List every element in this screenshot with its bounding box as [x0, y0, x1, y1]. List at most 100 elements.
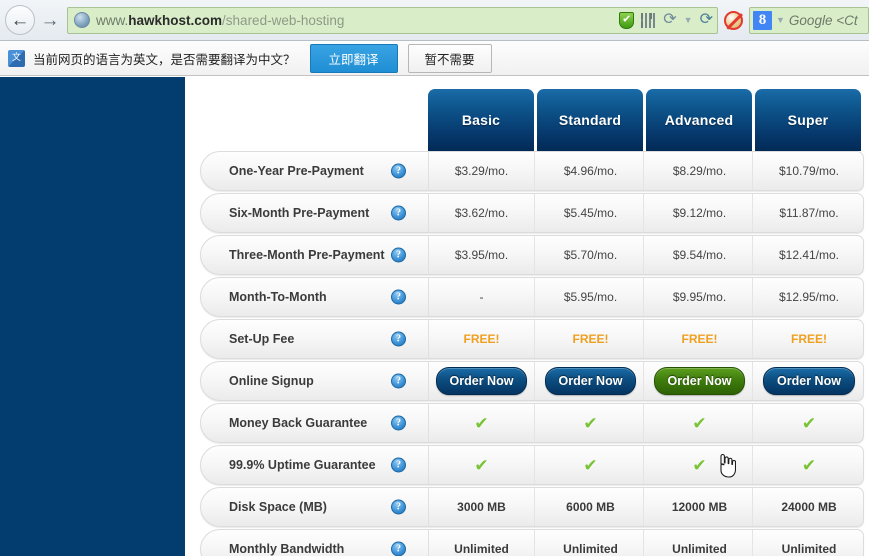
- order-now-button[interactable]: Order Now: [653, 367, 746, 395]
- navigation-buttons: ← →: [5, 5, 63, 35]
- table-cell: ✔: [647, 404, 753, 442]
- table-cell: $3.29/mo.: [429, 152, 535, 190]
- table-cell: Unlimited: [429, 530, 535, 556]
- back-button[interactable]: ←: [5, 5, 35, 35]
- order-now-button[interactable]: Order Now: [435, 367, 528, 395]
- table-cell: Order Now: [429, 362, 535, 400]
- table-row: Online Signup? Order Now Order Now Order No…: [200, 361, 864, 401]
- help-icon[interactable]: ?: [391, 499, 406, 515]
- plan-header-basic[interactable]: Basic: [428, 89, 534, 151]
- help-icon[interactable]: ?: [391, 373, 406, 389]
- chevron-down-icon[interactable]: ▼: [684, 15, 693, 25]
- table-cell: $9.12/mo.: [647, 194, 753, 232]
- help-icon[interactable]: ?: [391, 289, 406, 305]
- back-arrow-icon: ←: [10, 9, 30, 31]
- table-cell: $8.29/mo.: [647, 152, 753, 190]
- table-row: Monthly Bandwidth? Unlimited Unlimited Unli…: [200, 529, 864, 556]
- plan-header-advanced[interactable]: Advanced: [646, 89, 752, 151]
- table-cell: $12.95/mo.: [778, 290, 840, 304]
- not-now-button[interactable]: 暂不需要: [407, 43, 492, 73]
- help-icon[interactable]: ?: [391, 415, 406, 431]
- forward-arrow-icon: →: [40, 9, 60, 31]
- reload-icon[interactable]: ⟳: [663, 12, 676, 28]
- table-row: 99.9% Uptime Guarantee? ✔ ✔ ✔ ✔: [200, 445, 864, 485]
- browser-toolbar: ← → www.hawkhost.com/shared-web-hosting …: [0, 0, 869, 41]
- feature-label: Disk Space (MB)?: [201, 488, 429, 526]
- checkmark-icon: ✔: [583, 455, 598, 475]
- table-cell: Unlimited: [781, 542, 837, 556]
- help-icon[interactable]: ?: [391, 541, 406, 556]
- noscript-blocked-icon[interactable]: [724, 10, 743, 30]
- qr-code-icon[interactable]: [641, 12, 657, 28]
- globe-icon: [74, 12, 90, 28]
- feature-label: Online Signup?: [201, 362, 429, 400]
- table-cell: Unlimited: [538, 530, 644, 556]
- feature-label: Three-Month Pre-Payment?: [201, 236, 429, 274]
- feature-label: One-Year Pre-Payment?: [201, 152, 429, 190]
- plan-header-super[interactable]: Super: [755, 89, 861, 151]
- feature-label: 99.9% Uptime Guarantee?: [201, 446, 429, 484]
- table-cell: $5.95/mo.: [538, 278, 644, 316]
- table-row: One-Year Pre-Payment? $3.29/mo. $4.96/mo. $…: [200, 151, 864, 191]
- checkmark-icon: ✔: [474, 413, 489, 433]
- search-input[interactable]: Google <Ct: [789, 13, 858, 28]
- forward-button[interactable]: →: [37, 6, 63, 34]
- checkmark-icon: ✔: [692, 455, 707, 475]
- translate-now-button[interactable]: 立即翻译: [309, 43, 398, 73]
- order-now-button[interactable]: Order Now: [544, 367, 637, 395]
- feature-label: Month-To-Month?: [201, 278, 429, 316]
- help-icon[interactable]: ?: [391, 247, 406, 263]
- table-cell: $11.87/mo.: [779, 206, 839, 220]
- table-cell: $12.41/mo.: [778, 248, 840, 262]
- google-translate-icon: 文: [8, 49, 25, 67]
- table-cell: 6000 MB: [538, 488, 644, 526]
- order-now-button[interactable]: Order Now: [763, 367, 855, 395]
- url-path: /shared-web-hosting: [222, 12, 345, 28]
- checkmark-icon: ✔: [801, 455, 817, 475]
- security-shield-icon[interactable]: [619, 11, 635, 29]
- pricing-table-header: Basic Standard Advanced Super: [200, 89, 864, 151]
- feature-label: Monthly Bandwidth?: [201, 530, 429, 556]
- help-icon[interactable]: ?: [391, 457, 406, 473]
- table-cell: $3.95/mo.: [429, 236, 535, 274]
- web-page-content: Basic Standard Advanced Super One-Year P…: [0, 77, 869, 556]
- table-cell: ✔: [756, 446, 862, 484]
- feature-label: Six-Month Pre-Payment?: [201, 194, 429, 232]
- plan-header-standard[interactable]: Standard: [537, 89, 643, 151]
- table-cell: ✔: [429, 404, 535, 442]
- translate-notification-bar: 文 当前网页的语言为英文，是否需要翻译为中文？ 立即翻译 暂不需要: [0, 41, 869, 76]
- table-cell: ✔: [429, 446, 535, 484]
- table-cell: $5.70/mo.: [538, 236, 644, 274]
- table-row: Month-To-Month? - $5.95/mo. $9.95/mo. $12.95…: [200, 277, 864, 317]
- help-icon[interactable]: ?: [391, 163, 406, 179]
- help-icon[interactable]: ?: [391, 205, 406, 221]
- table-cell: $9.95/mo.: [647, 278, 753, 316]
- table-cell: FREE!: [429, 320, 535, 358]
- feature-label: Set-Up Fee?: [201, 320, 429, 358]
- table-cell: $5.45/mo.: [538, 194, 644, 232]
- help-icon[interactable]: ?: [391, 331, 406, 347]
- search-box[interactable]: 8 ▼ Google <Ct: [749, 6, 869, 34]
- table-cell: ✔: [538, 404, 644, 442]
- feature-label: Money Back Guarantee?: [201, 404, 429, 442]
- pricing-table-body: One-Year Pre-Payment? $3.29/mo. $4.96/mo. $…: [200, 151, 864, 556]
- table-cell: ✔: [756, 404, 862, 442]
- table-cell: $9.54/mo.: [647, 236, 753, 274]
- search-engine-chevron-down-icon[interactable]: ▼: [776, 15, 785, 25]
- reload-stop-icon[interactable]: ⟳: [700, 12, 713, 28]
- checkmark-icon: ✔: [692, 413, 707, 433]
- checkmark-icon: ✔: [801, 413, 817, 433]
- table-row: Six-Month Pre-Payment? $3.62/mo. $5.45/mo.…: [200, 193, 864, 233]
- checkmark-icon: ✔: [474, 455, 489, 475]
- address-bar[interactable]: www.hawkhost.com/shared-web-hosting ⟳ ▼ …: [67, 6, 718, 34]
- table-cell: FREE!: [538, 320, 644, 358]
- translate-message: 当前网页的语言为英文，是否需要翻译为中文？: [33, 51, 296, 67]
- pricing-table: Basic Standard Advanced Super One-Year P…: [200, 89, 864, 556]
- url-prefix: www.: [96, 12, 129, 28]
- table-row: Disk Space (MB)? 3000 MB 6000 MB 12000 MB 24…: [200, 487, 864, 527]
- address-bar-text: www.hawkhost.com/shared-web-hosting: [96, 13, 344, 28]
- table-cell: 24000 MB: [781, 500, 837, 514]
- table-cell: 3000 MB: [429, 488, 535, 526]
- checkmark-icon: ✔: [583, 413, 598, 433]
- table-row: Money Back Guarantee? ✔ ✔ ✔ ✔: [200, 403, 864, 443]
